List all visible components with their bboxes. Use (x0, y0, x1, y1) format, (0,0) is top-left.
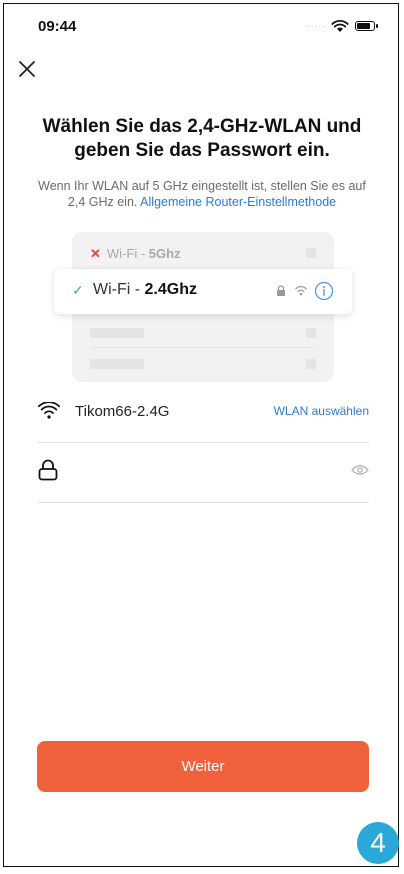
wifi-status-icon (331, 20, 349, 32)
placeholder-square (306, 359, 316, 369)
wifi-24ghz-card: ✓ Wi-Fi - 2.4Ghz (54, 269, 352, 314)
info-icon (314, 281, 334, 301)
status-bar: 09:44 ..... (0, 0, 404, 50)
divider (90, 347, 316, 348)
password-input[interactable] (72, 455, 326, 487)
network-ssid: Tikom66-2.4G (75, 403, 170, 420)
battery-icon (355, 21, 378, 31)
wifi-icon (295, 285, 307, 296)
page-title: Wählen Sie das 2,4-GHz-WLAN und geben Si… (42, 116, 362, 161)
signal-dots-icon: ..... (307, 19, 326, 30)
next-button[interactable]: Weiter (37, 741, 369, 792)
wifi-24ghz-label: Wi-Fi - 2.4Ghz (93, 281, 197, 299)
placeholder-bar (90, 359, 144, 369)
eye-icon[interactable] (351, 464, 369, 476)
placeholder-square (306, 248, 316, 258)
wifi-24ghz-prefix: Wi-Fi - (93, 281, 145, 298)
check-icon: ✓ (72, 282, 84, 298)
wifi-24ghz-band: 2.4Ghz (144, 281, 197, 298)
wifi-icon (38, 402, 60, 419)
select-wlan-link[interactable]: WLAN auswählen (274, 404, 369, 418)
lock-icon (277, 285, 285, 296)
lock-icon (38, 459, 58, 481)
router-settings-link[interactable]: Allgemeine Router-Einstellmethode (140, 195, 336, 209)
close-icon[interactable] (16, 58, 38, 80)
placeholder-bar (90, 328, 144, 338)
step-badge: 4 (357, 822, 399, 864)
error-x-icon: ✕ (90, 246, 101, 261)
wifi-5ghz-band: 5Ghz (148, 246, 181, 261)
password-row (38, 443, 369, 503)
placeholder-square (306, 328, 316, 338)
network-row: Tikom66-2.4G WLAN auswählen (38, 392, 369, 443)
wifi-5ghz-prefix: Wi-Fi - (106, 246, 149, 261)
wifi-5ghz-row: ✕ Wi-Fi - 5Ghz (90, 246, 181, 262)
status-time: 09:44 (38, 18, 77, 35)
page-subtitle: Wenn Ihr WLAN auf 5 GHz eingestellt ist,… (30, 178, 374, 210)
